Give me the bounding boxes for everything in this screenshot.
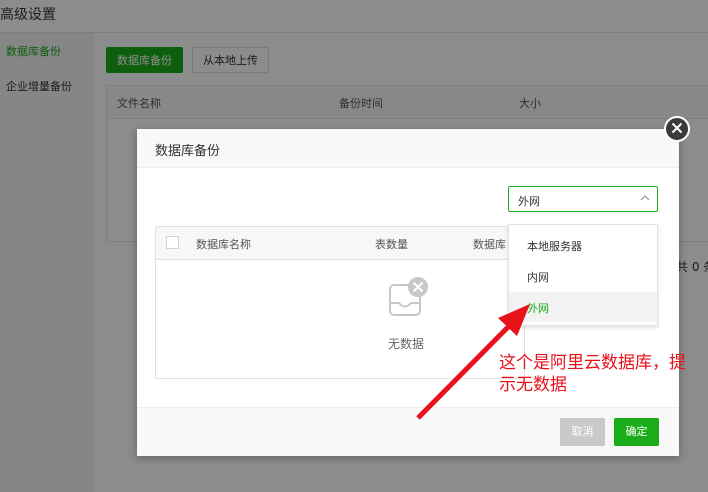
database-table-header: 数据库名称 表数量 数据库 [156, 227, 524, 260]
confirm-button[interactable]: 确定 [614, 418, 659, 446]
option-label: 外网 [527, 302, 549, 315]
chevron-up-icon [639, 192, 651, 207]
option-intranet[interactable]: 内网 [509, 261, 657, 291]
column-table-count: 表数量 [375, 238, 408, 251]
close-icon [671, 122, 683, 137]
select-all-checkbox[interactable] [166, 236, 179, 249]
network-select-value: 外网 [518, 195, 540, 208]
close-dialog-button[interactable] [664, 116, 690, 142]
annotation-text: 这个是阿里云数据库，提示无数据 [499, 353, 686, 395]
dialog-footer: 取消 确定 [137, 407, 679, 456]
network-select[interactable]: 外网 [508, 186, 658, 212]
option-internet[interactable]: 外网 [509, 292, 657, 322]
option-label: 内网 [527, 271, 549, 284]
dialog-title: 数据库备份 [155, 144, 221, 159]
empty-data-text: 无数据 [388, 337, 425, 351]
dialog-header: 数据库备份 [137, 129, 679, 168]
database-table: 数据库名称 表数量 数据库 无数据 [155, 226, 525, 379]
column-database: 数据库 [473, 238, 506, 251]
column-db-name: 数据库名称 [196, 238, 251, 251]
empty-data-icon [386, 277, 432, 326]
option-label: 本地服务器 [527, 240, 582, 253]
network-dropdown: 本地服务器 内网 外网 [508, 224, 658, 326]
cancel-button[interactable]: 取消 [560, 418, 605, 446]
option-local-server[interactable]: 本地服务器 [509, 230, 657, 260]
